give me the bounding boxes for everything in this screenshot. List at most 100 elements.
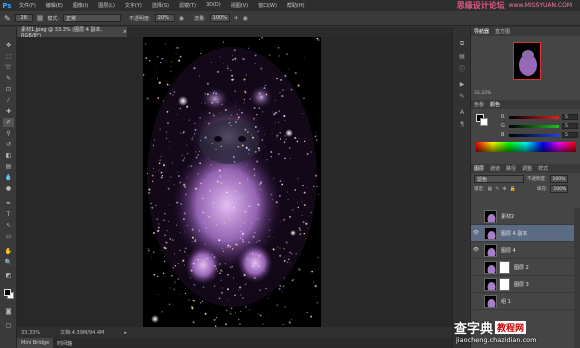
green-value-input[interactable]: 5 [562, 123, 578, 129]
layer-row[interactable]: 👁 图层 4 副本 [471, 225, 575, 242]
quick-select-tool-icon[interactable]: ✎ [3, 74, 14, 83]
lock-all-icon[interactable]: 🔒 [510, 186, 516, 192]
eye-icon[interactable]: 👁 [471, 230, 481, 236]
zoom-level[interactable]: 33.33% [21, 330, 40, 336]
blend-mode-select[interactable]: 滤色 [474, 175, 524, 183]
navigator-zoom[interactable]: 33.33% [474, 91, 491, 96]
status-arrow-icon[interactable]: ▸ [124, 330, 127, 336]
layers-tab[interactable]: 通道 [490, 165, 500, 172]
pressure-opacity-icon[interactable]: ◉ [179, 15, 184, 22]
document-canvas[interactable] [143, 37, 321, 327]
lock-position-icon[interactable]: ✥ [502, 186, 506, 192]
flow-input[interactable]: 100% [209, 14, 230, 22]
properties-panel-icon[interactable]: ▤ [457, 51, 467, 61]
blue-slider[interactable] [509, 133, 559, 137]
menu-item[interactable]: 视图(V) [226, 2, 253, 9]
info-panel-icon[interactable]: ⓘ [457, 63, 467, 73]
brush-panel-icon[interactable]: ▦ [37, 14, 44, 22]
tab-navigator[interactable]: 导航器 [474, 28, 489, 35]
eyedropper-tool-icon[interactable]: ⁄ [3, 96, 14, 105]
foreground-color-swatch[interactable] [4, 289, 11, 296]
character-panel-icon[interactable]: A [457, 107, 467, 117]
move-tool-icon[interactable]: ✥ [3, 41, 14, 50]
layer-opacity-input[interactable]: 100% [549, 175, 568, 183]
shape-tool-icon[interactable]: ▭ [3, 232, 14, 241]
color-bg-swatch[interactable] [480, 118, 488, 126]
brush-preset-picker[interactable]: 28 [14, 14, 33, 22]
menu-item[interactable]: 文字(Y) [120, 2, 147, 9]
layers-tab[interactable]: 路径 [506, 165, 516, 172]
menu-item[interactable]: 选择(S) [147, 2, 174, 9]
layer-mask-thumbnail[interactable] [499, 260, 510, 274]
layer-row[interactable]: 图层 2 [471, 259, 575, 276]
brush-tool-icon[interactable]: ✎ [4, 14, 11, 23]
quick-mask-icon[interactable]: ◙ [3, 307, 14, 316]
layer-options-row: 滤色 不透明度: 100% [474, 175, 568, 183]
red-slider[interactable] [509, 115, 559, 119]
gradient-tool-icon[interactable]: ▤ [3, 162, 14, 171]
layer-row[interactable]: 组 1 [471, 293, 575, 310]
blur-tool-icon[interactable]: 💧 [3, 173, 14, 182]
document-tab[interactable]: 素材1.jpeg @ 33.3% (图层 4 副本, RGB/8*) × [17, 27, 127, 39]
marquee-tool-icon[interactable]: ⬚ [3, 52, 14, 61]
menu-item[interactable]: 图层(L) [93, 2, 120, 9]
actions-panel-icon[interactable]: ▶ [457, 79, 467, 89]
opacity-input[interactable]: 20% [154, 14, 175, 22]
canvas-area[interactable] [17, 37, 452, 327]
navigator-thumbnail [519, 50, 537, 76]
eye-icon[interactable]: 👁 [471, 247, 481, 253]
tab-color[interactable]: 颜色 [490, 101, 500, 108]
layer-row[interactable]: 图层 3 [471, 276, 575, 293]
close-icon[interactable]: × [123, 29, 127, 35]
fill-input[interactable]: 100% [550, 185, 569, 193]
green-slider[interactable] [509, 124, 559, 128]
layer-row[interactable]: 👁 图层 4 [471, 242, 575, 259]
document-tab-bar: 素材1.jpeg @ 33.3% (图层 4 副本, RGB/8*) × [17, 27, 452, 39]
history-panel-icon[interactable]: ⧉ [457, 39, 467, 49]
menu-item[interactable]: 图像(I) [68, 2, 93, 9]
brush-panel-icon[interactable]: ✎ [457, 91, 467, 101]
healing-brush-tool-icon[interactable]: ✚ [3, 107, 14, 116]
navigator-preview[interactable] [513, 42, 541, 80]
menu-item[interactable]: 帮助(H) [282, 2, 310, 9]
brush-tool-icon[interactable]: ✐ [3, 118, 14, 127]
layers-tab[interactable]: 样式 [538, 165, 548, 172]
layers-tab[interactable]: 调整 [522, 165, 532, 172]
mode-select[interactable]: 正常 [63, 14, 122, 22]
pressure-size-icon[interactable]: ◉ [243, 15, 248, 22]
menu-item[interactable]: 滤镜(T) [174, 2, 201, 9]
zoom-tool-icon[interactable]: 🔍 [3, 258, 14, 267]
type-tool-icon[interactable]: T [3, 210, 14, 219]
tab-timeline[interactable]: 时间轴 [53, 338, 76, 348]
layers-tab[interactable]: 图层 [474, 165, 484, 172]
eraser-tool-icon[interactable]: ◧ [3, 151, 14, 160]
tab-mini-bridge[interactable]: Mini Bridge [17, 338, 54, 348]
layer-thumbnail [484, 294, 497, 308]
menu-item[interactable]: 编辑(E) [41, 2, 68, 9]
layer-mask-thumbnail[interactable] [499, 277, 510, 291]
tab-swatches[interactable]: 色板 [474, 101, 484, 108]
pen-tool-icon[interactable]: ✒ [3, 199, 14, 208]
crop-tool-icon[interactable]: ⊡ [3, 85, 14, 94]
clone-stamp-tool-icon[interactable]: ⚲ [3, 129, 14, 138]
color-spectrum-ramp[interactable] [476, 142, 576, 152]
blue-channel-label: B [501, 132, 505, 138]
dodge-tool-icon[interactable]: ● [3, 184, 14, 193]
blue-value-input[interactable]: 5 [562, 132, 578, 138]
lasso-tool-icon[interactable]: ➰ [3, 63, 14, 72]
reset-colors-icon[interactable]: ◩ [3, 271, 14, 280]
menu-item[interactable]: 3D(D) [201, 2, 226, 9]
layer-row[interactable]: 素材2 [471, 208, 575, 225]
red-value-input[interactable]: 5 [562, 114, 578, 120]
lock-pixels-icon[interactable]: ▦ [488, 186, 493, 192]
airbrush-icon[interactable]: ✈ [234, 15, 239, 22]
menu-item[interactable]: 文件(F) [14, 2, 41, 9]
path-select-tool-icon[interactable]: ↖ [3, 221, 14, 230]
menu-item[interactable]: 窗口(W) [253, 2, 282, 9]
tab-histogram[interactable]: 直方图 [495, 28, 510, 35]
screen-mode-icon[interactable]: ▢ [3, 321, 14, 330]
paragraph-panel-icon[interactable]: ¶ [457, 119, 467, 129]
hand-tool-icon[interactable]: ✋ [3, 247, 14, 256]
history-brush-tool-icon[interactable]: ↺ [3, 140, 14, 149]
lock-brush-icon[interactable]: ✎ [495, 186, 499, 192]
